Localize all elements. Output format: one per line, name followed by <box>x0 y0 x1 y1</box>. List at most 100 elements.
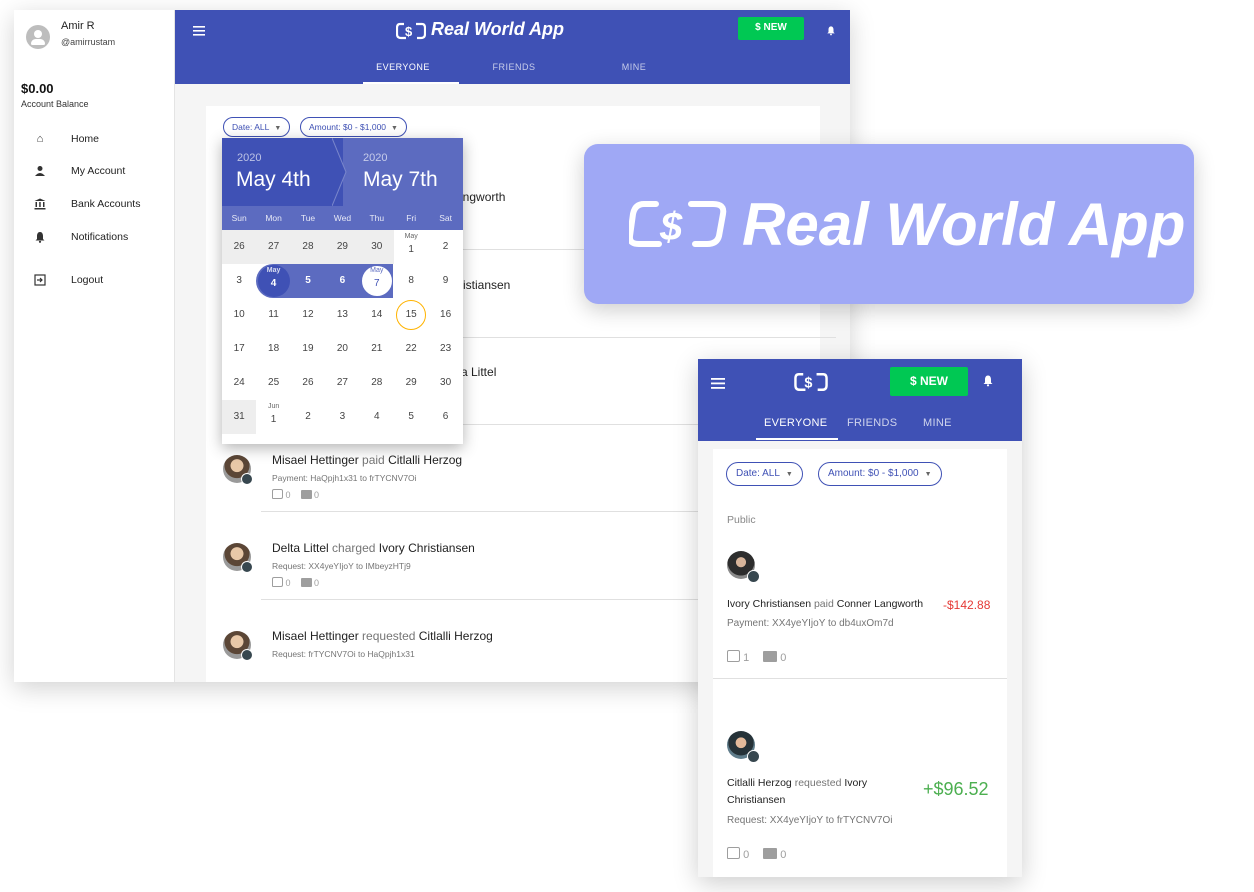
tab-friends[interactable]: FRIENDS <box>847 417 897 429</box>
calendar-day[interactable]: 27 <box>325 366 359 400</box>
calendar-day[interactable]: 18 <box>256 332 290 366</box>
transaction-summary[interactable]: Citlalli Herzog requested Ivory <box>727 777 867 789</box>
calendar-day[interactable]: 11 <box>256 298 290 332</box>
start-date[interactable]: May 4th <box>236 168 311 192</box>
calendar-day[interactable]: 25 <box>256 366 290 400</box>
calendar-day[interactable]: 12 <box>291 298 325 332</box>
tab-mine[interactable]: MINE <box>923 417 952 429</box>
sender-name: Ivory Christiansen <box>727 598 812 610</box>
transaction-meta: 0 0 <box>272 489 319 500</box>
calendar-day[interactable]: 2 <box>291 400 325 434</box>
calendar-day[interactable]: 6 <box>428 400 462 434</box>
sender-name: Misael Hettinger <box>272 629 359 643</box>
calendar-day[interactable]: 26 <box>222 230 257 264</box>
user-avatar[interactable] <box>26 25 50 49</box>
calendar-day-number: 13 <box>336 309 348 320</box>
amount-filter-label: Amount: $0 - $1,000 <box>309 122 387 132</box>
calendar-day-number: 11 <box>268 309 279 320</box>
calendar-day[interactable]: 5 <box>291 264 325 298</box>
calendar-day[interactable]: 27 <box>256 230 291 264</box>
weekday-label: Wed <box>333 213 352 223</box>
calendar-day[interactable]: 3 <box>222 264 256 298</box>
comment-icon[interactable] <box>763 651 778 662</box>
new-transaction-button[interactable]: $ NEW <box>890 367 968 396</box>
list-divider <box>713 678 1007 679</box>
sidebar-item-my-account[interactable]: My Account <box>14 160 175 184</box>
sidebar-item-notifications[interactable]: Notifications <box>14 226 175 250</box>
calendar-day[interactable]: 24 <box>222 366 256 400</box>
calendar-day[interactable]: 10 <box>222 298 256 332</box>
calendar-day[interactable]: 30 <box>428 366 462 400</box>
calendar-day[interactable]: 19 <box>291 332 325 366</box>
date-filter-chip[interactable]: Date: ALL ▼ <box>726 462 803 486</box>
calendar-day-number: 1 <box>408 244 414 255</box>
comment-icon[interactable] <box>300 578 312 587</box>
calendar-day[interactable]: 9 <box>428 264 462 298</box>
new-transaction-button[interactable]: $ NEW <box>738 17 804 40</box>
calendar-day[interactable]: 29 <box>394 366 428 400</box>
tab-everyone[interactable]: EVERYONE <box>363 62 443 72</box>
menu-icon[interactable] <box>711 376 725 389</box>
calendar-day[interactable]: 17 <box>222 332 256 366</box>
calendar-day[interactable]: 14 <box>360 298 394 332</box>
calendar-day[interactable]: May 7 <box>360 264 394 298</box>
calendar-day[interactable]: 20 <box>325 332 359 366</box>
calendar-day[interactable]: 15 <box>394 298 428 332</box>
date-range-picker[interactable]: 2020 May 4th 2020 May 7th Sun Mon Tue We… <box>222 138 463 444</box>
calendar-day[interactable]: 22 <box>394 332 428 366</box>
calendar-day-number: 29 <box>405 377 417 388</box>
calendar-day[interactable]: 16 <box>428 298 462 332</box>
end-date[interactable]: May 7th <box>363 168 438 192</box>
menu-icon[interactable] <box>193 23 205 36</box>
calendar-day[interactable]: 4 <box>360 400 394 434</box>
amount-filter-chip[interactable]: Amount: $0 - $1,000 ▼ <box>300 117 407 137</box>
comment-icon[interactable] <box>763 848 778 859</box>
calendar-day[interactable]: 3 <box>325 400 359 434</box>
calendar-day-number: 4 <box>270 278 277 289</box>
like-icon[interactable] <box>727 650 740 662</box>
calendar-day[interactable]: 2 <box>428 230 462 264</box>
amount-filter-chip[interactable]: Amount: $0 - $1,000 ▼ <box>818 462 942 486</box>
receiver-name-continued: Christiansen <box>727 794 786 806</box>
sidebar-item-bank-accounts[interactable]: Bank Accounts <box>14 193 175 217</box>
calendar-day[interactable]: 21 <box>360 332 394 366</box>
avatar-badge <box>241 649 253 661</box>
calendar-day[interactable]: 28 <box>360 366 394 400</box>
calendar-day[interactable]: May 1 <box>394 230 428 264</box>
calendar-day[interactable]: 26 <box>291 366 325 400</box>
sidebar-item-logout[interactable]: Logout <box>14 269 175 293</box>
calendar-day[interactable]: 6 <box>325 264 359 298</box>
calendar-day[interactable]: 28 <box>290 230 326 264</box>
calendar-day[interactable]: 30 <box>359 230 394 264</box>
calendar-day-number: 5 <box>408 411 414 422</box>
calendar-day[interactable]: 5 <box>394 400 428 434</box>
weekday-label: Mon <box>265 213 282 223</box>
tab-everyone[interactable]: EVERYONE <box>764 417 827 429</box>
end-year: 2020 <box>363 152 388 164</box>
comment-count: 0 <box>780 652 787 664</box>
notification-bell-icon[interactable] <box>982 374 994 387</box>
date-filter-chip[interactable]: Date: ALL ▼ <box>223 117 291 137</box>
calendar-day-number: 26 <box>302 377 314 388</box>
comment-icon[interactable] <box>300 490 312 499</box>
like-icon[interactable] <box>272 577 283 587</box>
date-filter-label: Date: ALL <box>736 468 780 479</box>
sidebar-item-home[interactable]: ⌂ Home <box>14 128 175 152</box>
receiver-name: Conner Langworth <box>836 598 924 610</box>
calendar-day[interactable]: May 4 <box>256 264 290 298</box>
calendar-day[interactable]: 13 <box>325 298 359 332</box>
like-icon[interactable] <box>272 489 283 499</box>
tab-friends[interactable]: FRIENDS <box>474 62 554 72</box>
svg-text:$: $ <box>659 205 683 249</box>
transaction-summary[interactable]: Ivory Christiansen paid Conner Langworth <box>727 598 923 610</box>
calendar-day[interactable]: 23 <box>428 332 462 366</box>
calendar-day[interactable]: 29 <box>325 230 360 264</box>
calendar-day-number: 23 <box>440 343 452 354</box>
calendar-day[interactable]: Jun 1 <box>256 400 290 434</box>
calendar-day[interactable]: 8 <box>394 264 428 298</box>
like-icon[interactable] <box>727 847 740 859</box>
calendar-day[interactable]: 31 <box>222 400 257 434</box>
tab-mine[interactable]: MINE <box>594 62 674 72</box>
amount-filter-label: Amount: $0 - $1,000 <box>828 468 919 479</box>
notification-bell-icon[interactable] <box>826 23 836 36</box>
